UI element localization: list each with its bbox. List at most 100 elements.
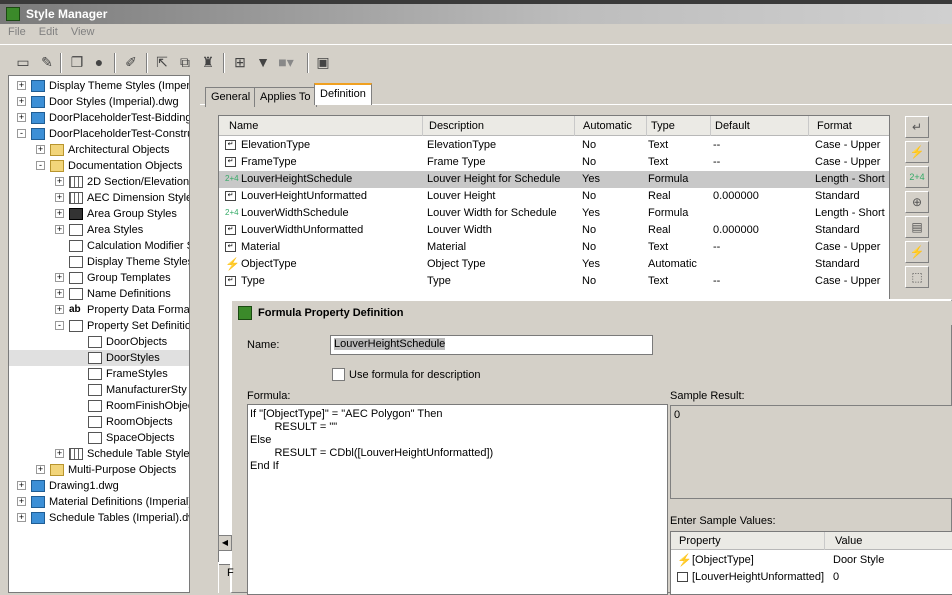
new-property-button[interactable]: ↵ — [905, 116, 929, 138]
collapse-icon[interactable]: - — [36, 161, 45, 170]
menu-file[interactable]: File — [0, 24, 31, 38]
expand-icon[interactable]: + — [17, 513, 26, 522]
table-row[interactable]: ↵ LouverWidthUnformatted Louver Width No Rea… — [219, 222, 889, 239]
sample-value-row[interactable]: [LouverHeightUnformatted] 0 — [671, 568, 952, 586]
edit-style-icon[interactable]: ✐ — [122, 53, 140, 71]
column-default[interactable]: Default — [711, 116, 809, 136]
copy-style-icon[interactable]: ⧉ — [176, 53, 194, 71]
tab-general[interactable]: General — [205, 87, 257, 107]
open-drawing-icon[interactable]: ✎ — [38, 53, 56, 71]
tree-item[interactable]: - Property Set Definitio — [9, 318, 189, 334]
sample-value[interactable]: 0 — [833, 568, 839, 586]
tree-item[interactable]: + Group Templates — [9, 270, 189, 286]
expand-icon[interactable]: + — [55, 273, 64, 282]
column-format[interactable]: Format — [813, 116, 889, 136]
tree-item[interactable]: + Architectural Objects — [9, 142, 189, 158]
select-icon[interactable]: ⇱ — [153, 53, 171, 71]
expand-icon[interactable]: + — [36, 145, 45, 154]
table-row[interactable]: ↵ LouverHeightUnformatted Louver Height No R… — [219, 188, 889, 205]
collapse-icon[interactable]: - — [17, 129, 26, 138]
expand-icon[interactable]: + — [17, 81, 26, 90]
formula-editor[interactable]: If "[ObjectType]" = "AEC Polygon" Then R… — [247, 404, 668, 595]
expand-icon[interactable]: + — [55, 449, 64, 458]
tree-item[interactable]: + Area Styles — [9, 222, 189, 238]
filter-icon[interactable]: ▼ — [254, 53, 272, 71]
tree-item[interactable]: + Door Styles (Imperial).dwg — [9, 94, 189, 110]
paint-icon[interactable]: ♜ — [199, 53, 217, 71]
tree-item[interactable]: + AEC Dimension Styles — [9, 190, 189, 206]
tree-item[interactable]: + Name Definitions — [9, 286, 189, 302]
table-row[interactable]: ↵ FrameType Frame Type No Text -- Case - Upper — [219, 154, 889, 171]
expand-icon[interactable]: + — [55, 289, 64, 298]
menu-edit[interactable]: Edit — [34, 24, 63, 38]
tree-item[interactable]: + Schedule Table Style — [9, 446, 189, 462]
add-automatic-properties-button[interactable]: ⚡ — [905, 141, 929, 163]
sample-value[interactable]: Door Style — [833, 551, 884, 569]
expand-icon[interactable]: + — [17, 497, 26, 506]
tree-item[interactable]: + Multi-Purpose Objects — [9, 462, 189, 478]
add-graphic-property-button[interactable]: ⬚ — [905, 266, 929, 288]
tree-item[interactable]: SpaceObjects — [9, 430, 189, 446]
expand-icon[interactable]: + — [17, 97, 26, 106]
tree-item[interactable]: Display Theme Styles — [9, 254, 189, 270]
table-row[interactable]: ↵ ElevationType ElevationType No Text -- Case … — [219, 137, 889, 154]
tree-item[interactable]: DoorObjects — [9, 334, 189, 350]
tree-item[interactable]: +2D Section/Elevation — [9, 174, 189, 190]
add-classification-property-button[interactable]: ▤ — [905, 216, 929, 238]
expand-icon[interactable]: + — [55, 305, 64, 314]
expand-icon[interactable]: + — [55, 193, 64, 202]
tree-item[interactable]: + Display Theme Styles (Imperi — [9, 78, 189, 94]
table-row[interactable]: 2+4 LouverHeightSchedule Louver Height for… — [219, 171, 889, 188]
style-tree[interactable]: + Display Theme Styles (Imperi + Door Style… — [8, 75, 190, 593]
column-type[interactable]: Type — [647, 116, 711, 136]
use-formula-checkbox[interactable] — [332, 368, 345, 381]
purge-icon[interactable]: ● — [90, 53, 108, 71]
tree-item[interactable]: - DoorPlaceholderTest-Constru — [9, 126, 189, 142]
tree-item[interactable]: Calculation Modifier S — [9, 238, 189, 254]
tree-item[interactable]: RoomObjects — [9, 414, 189, 430]
column-value[interactable]: Value — [827, 532, 952, 550]
pane-splitter[interactable] — [190, 75, 198, 593]
column-name[interactable]: Name — [225, 116, 423, 136]
column-automatic[interactable]: Automatic — [579, 116, 647, 136]
add-location-property-button[interactable]: ⊕ — [905, 191, 929, 213]
add-material-property-button[interactable]: ⚡ — [905, 241, 929, 263]
expand-icon[interactable]: + — [17, 113, 26, 122]
tree-item[interactable]: RoomFinishObjec — [9, 398, 189, 414]
column-property[interactable]: Property — [671, 532, 825, 550]
table-row[interactable]: 2+4 LouverWidthSchedule Louver Width for S… — [219, 205, 889, 222]
add-formula-property-button[interactable]: 2+4 — [905, 166, 929, 188]
compare-icon[interactable]: ⊞ — [231, 53, 249, 71]
tree-item[interactable]: DoorStyles — [9, 350, 189, 366]
expand-icon[interactable]: + — [36, 465, 45, 474]
name-field[interactable]: LouverHeightSchedule — [330, 335, 653, 355]
new-icon[interactable]: ▭ — [14, 53, 32, 71]
tree-item[interactable]: + Drawing1.dwg — [9, 478, 189, 494]
tree-item[interactable]: + DoorPlaceholderTest-Bidding — [9, 110, 189, 126]
tree-item[interactable]: ManufacturerSty — [9, 382, 189, 398]
table-row[interactable]: ⚡ ObjectType Object Type Yes Automatic Standa… — [219, 256, 889, 273]
column-description[interactable]: Description — [425, 116, 575, 136]
tab-definition[interactable]: Definition — [314, 83, 372, 105]
collapse-icon[interactable]: - — [55, 321, 64, 330]
tree-item[interactable]: + Area Group Styles — [9, 206, 189, 222]
tree-item[interactable]: - Documentation Objects — [9, 158, 189, 174]
menu-view[interactable]: View — [66, 24, 100, 38]
tree-item[interactable]: + ab Property Data Forma — [9, 302, 189, 318]
expand-icon[interactable]: + — [17, 481, 26, 490]
tree-item[interactable]: + Schedule Tables (Imperial).dw — [9, 510, 189, 526]
style-type-dropdown-icon[interactable]: ■▾ — [277, 53, 295, 71]
sample-values-grid[interactable]: Property Value ⚡ [ObjectType] Door Style [L… — [670, 531, 952, 595]
tab-applies-to[interactable]: Applies To — [254, 87, 317, 107]
table-row[interactable]: ↵ Type Type No Text -- Case - Upper — [219, 273, 889, 290]
scroll-left-arrow[interactable]: ◀ — [218, 535, 232, 551]
copy-icon[interactable]: ❐ — [68, 53, 86, 71]
table-row[interactable]: ↵ Material Material No Text -- Case - Upper — [219, 239, 889, 256]
sample-value-row[interactable]: ⚡ [ObjectType] Door Style — [671, 551, 952, 569]
tree-item[interactable]: + Material Definitions (Imperial) — [9, 494, 189, 510]
view-icon[interactable]: ▣ — [314, 53, 332, 71]
expand-icon[interactable]: + — [55, 177, 64, 186]
expand-icon[interactable]: + — [55, 225, 64, 234]
tree-item[interactable]: FrameStyles — [9, 366, 189, 382]
expand-icon[interactable]: + — [55, 209, 64, 218]
